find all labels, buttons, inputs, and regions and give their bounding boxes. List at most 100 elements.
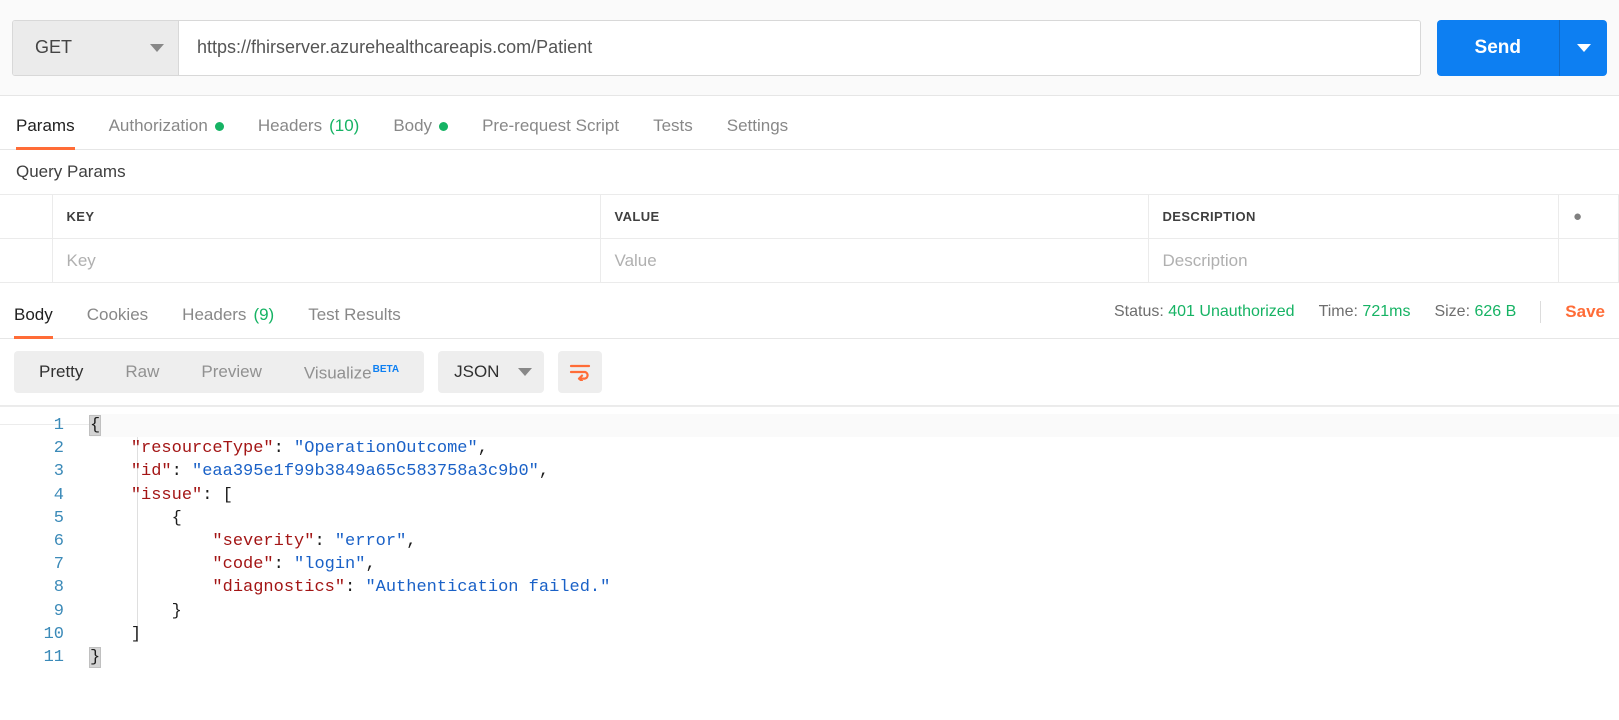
view-mode-label: Visualize <box>303 363 372 383</box>
url-bar: GET Send <box>0 0 1619 96</box>
view-mode-visualize[interactable]: VisualizeBETA <box>283 349 420 395</box>
response-body-editor[interactable]: 1 2 3 4 5 6 7 8 9 10 11 { "resourceType": "Operati… <box>0 405 1619 705</box>
code-token: "id" <box>130 462 172 482</box>
code-line: "severity": "error", <box>90 530 1619 553</box>
response-tab-headers[interactable]: Headers (9) <box>182 305 274 338</box>
response-tab-body[interactable]: Body <box>14 305 53 339</box>
code-token: : <box>314 531 335 551</box>
send-options-button[interactable] <box>1559 19 1607 76</box>
size-label: Size: <box>1434 303 1471 320</box>
code-token: ] <box>130 624 142 644</box>
http-method-select[interactable]: GET <box>13 20 179 75</box>
view-mode-preview[interactable]: Preview <box>180 351 282 393</box>
tab-label: Body <box>393 116 433 135</box>
line-number: 7 <box>53 555 64 575</box>
request-tab-params[interactable]: Params <box>16 116 75 150</box>
response-tab-test-results[interactable]: Test Results <box>308 305 401 338</box>
line-number: 4 <box>53 485 64 505</box>
column-header-description: DESCRIPTION <box>1148 194 1559 239</box>
tab-label: Tests <box>653 116 693 135</box>
code-token: : <box>345 578 366 598</box>
code-token: "login" <box>294 555 366 575</box>
view-mode-pretty[interactable]: Pretty <box>18 351 104 393</box>
response-tabs: Body Cookies Headers (9) Test Results <box>14 305 435 339</box>
beta-badge: BETA <box>372 364 400 376</box>
method-url-group: GET <box>12 19 1421 76</box>
tab-label: Authorization <box>108 116 208 135</box>
param-description-input[interactable]: Description <box>1148 238 1559 283</box>
code-line: "id": "eaa395e1f99b3849a65c583758a3c9b0"… <box>90 460 1619 483</box>
save-response-button[interactable]: Save <box>1565 302 1605 322</box>
column-header-key: KEY <box>52 194 601 239</box>
request-url-input[interactable] <box>179 20 1420 75</box>
time-value: 721ms <box>1362 303 1411 320</box>
unsaved-indicator-icon <box>214 121 224 131</box>
code-token: , <box>538 462 550 482</box>
response-bar: Body Cookies Headers (9) Test Results Status… <box>0 283 1619 339</box>
wrap-lines-button[interactable] <box>558 351 603 393</box>
tab-count: (10) <box>329 116 360 135</box>
chevron-down-icon <box>518 368 533 376</box>
tab-label: Cookies <box>86 305 149 324</box>
line-number: 10 <box>43 624 64 644</box>
response-tab-cookies[interactable]: Cookies <box>87 305 148 338</box>
unsaved-indicator-icon <box>439 121 449 131</box>
query-params-table: KEY VALUE DESCRIPTION ● Key Value Descri… <box>0 194 1619 283</box>
divider <box>1540 301 1542 323</box>
bulk-edit-button[interactable]: ● <box>1558 194 1619 239</box>
code-lines[interactable]: { "resourceType": "OperationOutcome", "i… <box>88 414 1619 669</box>
request-tab-body[interactable]: Body <box>393 116 449 149</box>
row-actions-cell <box>1558 238 1619 283</box>
response-body-toolbar: Pretty Raw Preview VisualizeBETA JSON <box>0 339 1619 405</box>
request-tabs: Params Authorization Headers (10) Body Pre-re… <box>0 96 1619 150</box>
param-key-input[interactable]: Key <box>52 238 601 283</box>
line-number: 8 <box>53 578 64 598</box>
request-tab-headers[interactable]: Headers (10) <box>258 116 360 149</box>
request-tab-authorization[interactable]: Authorization <box>109 116 224 149</box>
row-checkbox-cell[interactable] <box>0 238 53 283</box>
code-line: } <box>88 646 1619 669</box>
code-token: } <box>88 646 102 668</box>
chevron-down-icon <box>150 43 164 52</box>
send-button-group: Send <box>1436 19 1607 76</box>
query-params-title: Query Params <box>0 150 1619 194</box>
table-header-row: KEY VALUE DESCRIPTION ● <box>0 194 1619 239</box>
code-token: "severity" <box>212 531 315 551</box>
param-value-input[interactable]: Value <box>600 238 1149 283</box>
http-method-label: GET <box>35 37 73 57</box>
time-group: Time: 721ms <box>1319 303 1411 321</box>
code-token: : <box>171 462 193 482</box>
body-format-select[interactable]: JSON <box>438 351 545 393</box>
ellipsis-icon: ● <box>1573 208 1584 225</box>
status-value: 401 Unauthorized <box>1168 303 1295 320</box>
request-tab-tests[interactable]: Tests <box>653 116 693 149</box>
code-token: : <box>273 555 295 575</box>
code-token: } <box>171 601 182 621</box>
view-mode-raw[interactable]: Raw <box>104 351 180 393</box>
request-tab-pre-request-script[interactable]: Pre-request Script <box>482 116 619 149</box>
send-button[interactable]: Send <box>1436 19 1559 76</box>
tab-label: Test Results <box>308 305 401 324</box>
code-token: "resourceType" <box>130 439 274 459</box>
code-token: "eaa395e1f99b3849a65c583758a3c9b0" <box>192 462 539 482</box>
view-mode-label: Raw <box>125 362 160 381</box>
tab-count: (9) <box>253 305 275 324</box>
postman-request-response-pane: GET Send Params Authorization Headers (10) B… <box>0 0 1619 720</box>
code-token: , <box>406 531 417 551</box>
request-tab-settings[interactable]: Settings <box>727 116 788 149</box>
code-token: "issue" <box>130 485 203 505</box>
line-number-gutter: 1 2 3 4 5 6 7 8 9 10 11 <box>0 414 74 669</box>
code-line: } <box>90 600 1619 623</box>
select-all-cell[interactable] <box>0 194 53 239</box>
line-number: 1 <box>53 416 64 435</box>
code-token: { <box>171 508 182 528</box>
status-label: Status: <box>1113 303 1164 320</box>
tab-label: Body <box>14 305 53 324</box>
code-token: "OperationOutcome" <box>294 439 478 459</box>
